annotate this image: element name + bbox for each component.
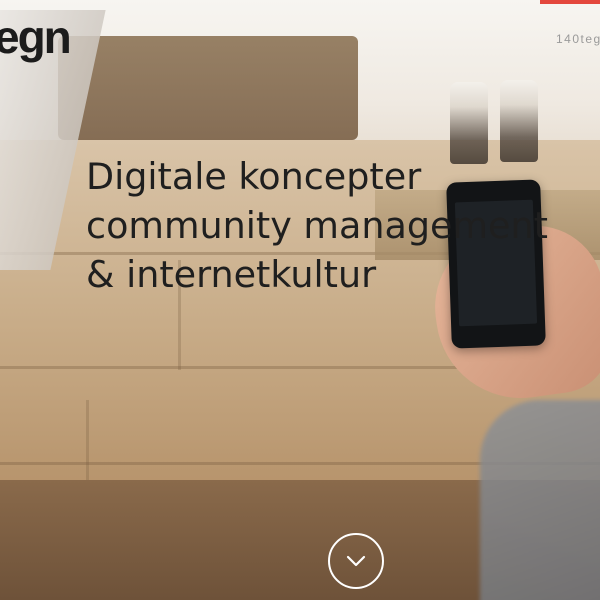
hero-section: egn 140tegn Digitale koncepter community… [0,0,600,600]
background-chair [58,36,358,140]
headline-line-1: Digitale koncepter [86,155,422,198]
headline-line-3: & internetkultur [86,253,377,296]
site-logo[interactable]: egn [0,14,72,60]
background-person [480,400,600,600]
menu-accent-bar[interactable] [540,0,600,4]
pepper-mill [500,80,538,162]
hero-headline: Digitale koncepter community management … [86,152,548,299]
chevron-down-icon [346,555,366,567]
scroll-down-button[interactable] [328,533,384,589]
headline-line-2: community management [86,204,548,247]
site-name-link[interactable]: 140tegn [556,32,600,46]
